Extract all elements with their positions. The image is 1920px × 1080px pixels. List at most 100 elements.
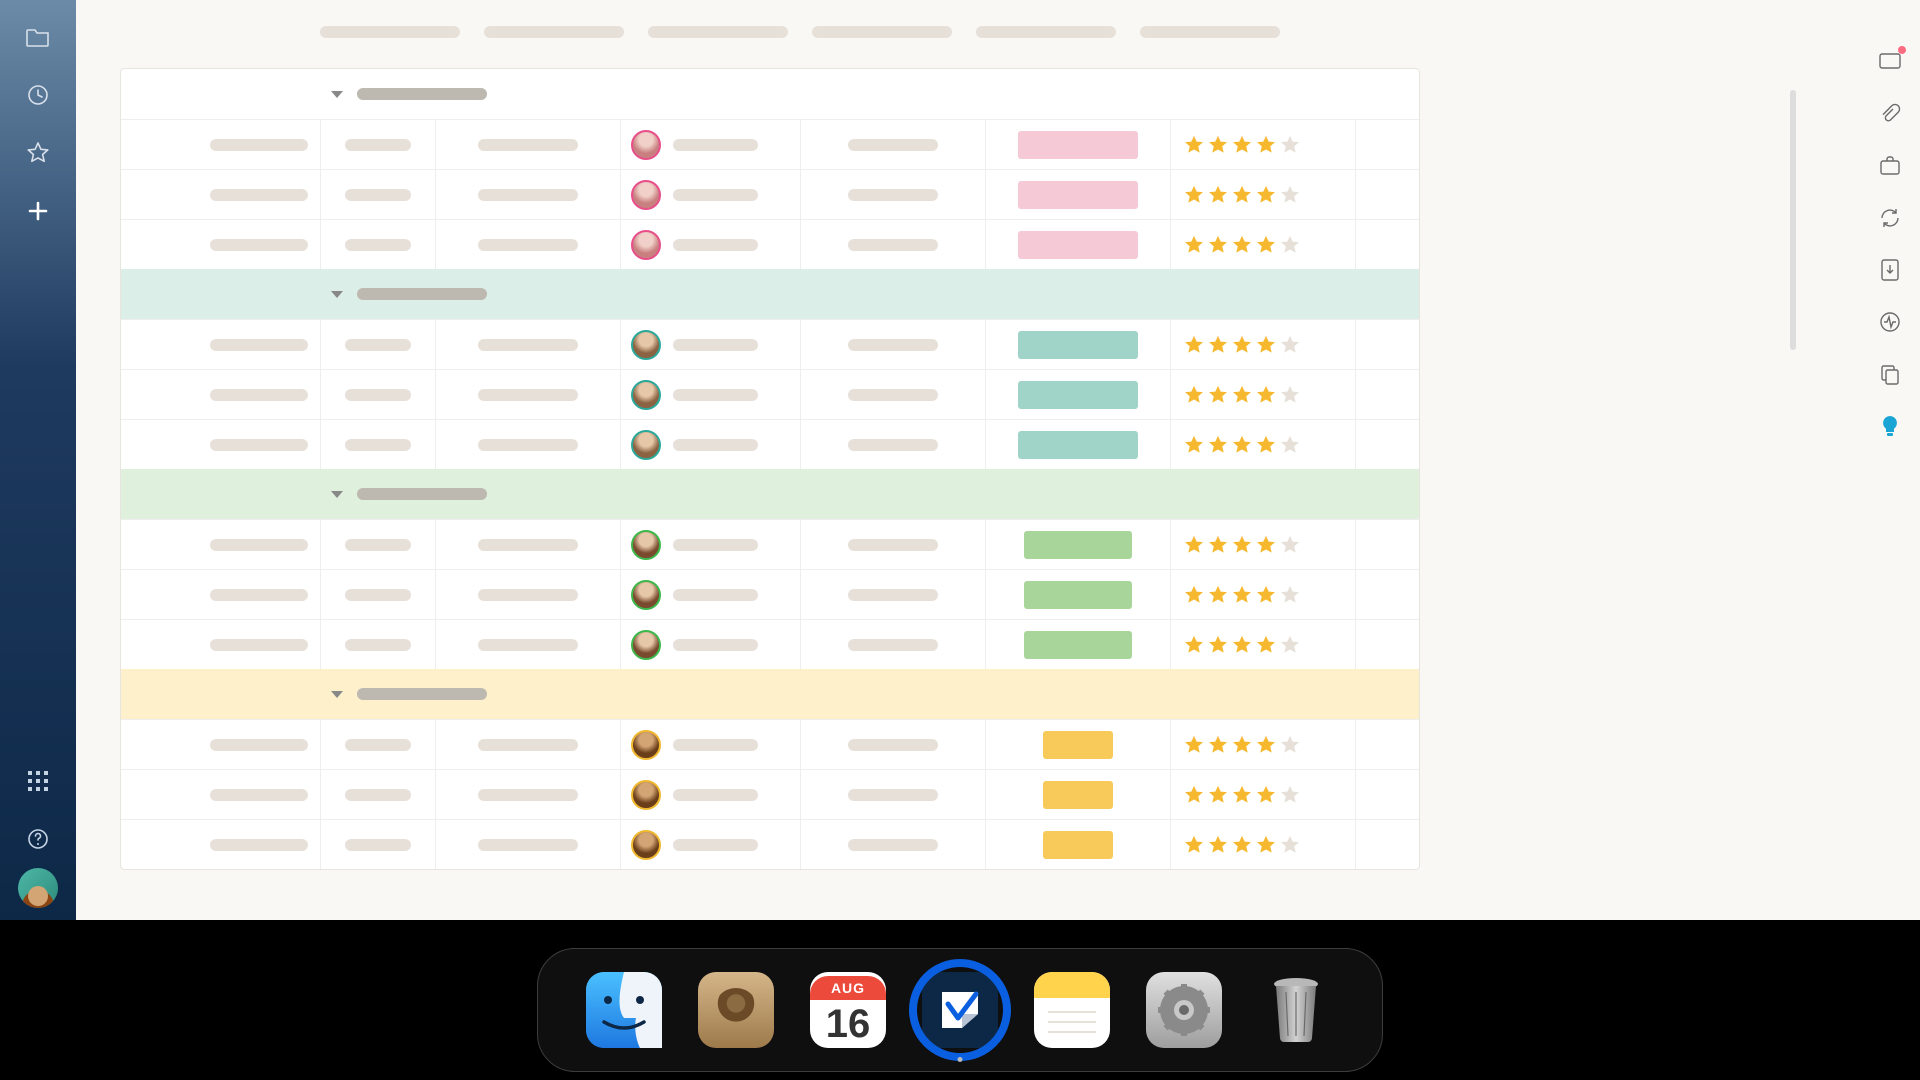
- column-header[interactable]: [320, 26, 460, 38]
- group-header[interactable]: [121, 69, 1419, 119]
- cell-rating[interactable]: [1171, 420, 1356, 469]
- cell[interactable]: [321, 170, 436, 219]
- scrollbar[interactable]: [1790, 90, 1796, 350]
- cell-assignee[interactable]: [621, 820, 801, 869]
- collapse-chevron-icon[interactable]: [331, 491, 343, 498]
- star-rating[interactable]: [1183, 584, 1301, 606]
- collapse-chevron-icon[interactable]: [331, 91, 343, 98]
- cell-task[interactable]: [121, 370, 321, 419]
- cell[interactable]: [1356, 520, 1419, 569]
- account-avatar[interactable]: [18, 868, 58, 908]
- cell[interactable]: [321, 820, 436, 869]
- group-header[interactable]: [121, 269, 1419, 319]
- recent-icon[interactable]: [25, 82, 51, 108]
- cell-status[interactable]: [986, 570, 1171, 619]
- cell[interactable]: [1356, 570, 1419, 619]
- cell[interactable]: [436, 620, 621, 669]
- cell[interactable]: [1356, 120, 1419, 169]
- cell-status[interactable]: [986, 370, 1171, 419]
- star-rating[interactable]: [1183, 334, 1301, 356]
- cell[interactable]: [321, 220, 436, 269]
- cell[interactable]: [436, 770, 621, 819]
- cell[interactable]: [436, 420, 621, 469]
- cell[interactable]: [321, 420, 436, 469]
- table-row[interactable]: [121, 619, 1419, 669]
- cell-task[interactable]: [121, 420, 321, 469]
- cell-status[interactable]: [986, 770, 1171, 819]
- activity-icon[interactable]: [1878, 310, 1902, 334]
- briefcase-icon[interactable]: [1878, 154, 1902, 178]
- cell-assignee[interactable]: [621, 570, 801, 619]
- cell[interactable]: [1356, 320, 1419, 369]
- cell-assignee[interactable]: [621, 370, 801, 419]
- cell[interactable]: [436, 820, 621, 869]
- copy-icon[interactable]: [1878, 362, 1902, 386]
- cell[interactable]: [801, 520, 986, 569]
- cell-assignee[interactable]: [621, 520, 801, 569]
- cell-assignee[interactable]: [621, 220, 801, 269]
- cell[interactable]: [801, 320, 986, 369]
- system-preferences-icon[interactable]: [1146, 972, 1222, 1048]
- cell-assignee[interactable]: [621, 620, 801, 669]
- cell-status[interactable]: [986, 120, 1171, 169]
- cell-task[interactable]: [121, 570, 321, 619]
- trash-icon[interactable]: [1258, 972, 1334, 1048]
- cell-task[interactable]: [121, 520, 321, 569]
- cell[interactable]: [801, 570, 986, 619]
- cell[interactable]: [321, 620, 436, 669]
- cell-status[interactable]: [986, 220, 1171, 269]
- cell-status[interactable]: [986, 820, 1171, 869]
- cell-assignee[interactable]: [621, 420, 801, 469]
- collapse-chevron-icon[interactable]: [331, 291, 343, 298]
- group-header[interactable]: [121, 469, 1419, 519]
- cell[interactable]: [801, 120, 986, 169]
- group-header[interactable]: [121, 669, 1419, 719]
- star-rating[interactable]: [1183, 234, 1301, 256]
- cell[interactable]: [801, 170, 986, 219]
- cell[interactable]: [801, 820, 986, 869]
- cell[interactable]: [436, 320, 621, 369]
- cell-task[interactable]: [121, 770, 321, 819]
- cell[interactable]: [436, 720, 621, 769]
- cell[interactable]: [436, 220, 621, 269]
- cell[interactable]: [801, 770, 986, 819]
- table-row[interactable]: [121, 369, 1419, 419]
- table-row[interactable]: [121, 119, 1419, 169]
- cell-status[interactable]: [986, 520, 1171, 569]
- cell[interactable]: [801, 220, 986, 269]
- cell-task[interactable]: [121, 120, 321, 169]
- notes-app-icon[interactable]: [1034, 972, 1110, 1048]
- cell[interactable]: [1356, 720, 1419, 769]
- cell[interactable]: [1356, 420, 1419, 469]
- table-row[interactable]: [121, 819, 1419, 869]
- star-rating[interactable]: [1183, 184, 1301, 206]
- cell[interactable]: [1356, 820, 1419, 869]
- cell-task[interactable]: [121, 170, 321, 219]
- cell-rating[interactable]: [1171, 620, 1356, 669]
- cell[interactable]: [436, 120, 621, 169]
- star-rating[interactable]: [1183, 634, 1301, 656]
- help-icon[interactable]: [25, 826, 51, 852]
- cell-task[interactable]: [121, 820, 321, 869]
- cell-assignee[interactable]: [621, 770, 801, 819]
- star-rating[interactable]: [1183, 834, 1301, 856]
- finder-app-icon[interactable]: [586, 972, 662, 1048]
- cell[interactable]: [1356, 770, 1419, 819]
- cell[interactable]: [801, 370, 986, 419]
- cell-assignee[interactable]: [621, 170, 801, 219]
- column-header[interactable]: [1140, 26, 1280, 38]
- cell[interactable]: [801, 620, 986, 669]
- star-rating[interactable]: [1183, 784, 1301, 806]
- star-rating[interactable]: [1183, 434, 1301, 456]
- star-rating[interactable]: [1183, 134, 1301, 156]
- add-icon[interactable]: [25, 198, 51, 224]
- cell[interactable]: [321, 770, 436, 819]
- export-icon[interactable]: [1878, 258, 1902, 282]
- table-row[interactable]: [121, 569, 1419, 619]
- column-header[interactable]: [648, 26, 788, 38]
- cell[interactable]: [321, 370, 436, 419]
- star-rating[interactable]: [1183, 534, 1301, 556]
- table-row[interactable]: [121, 169, 1419, 219]
- cell[interactable]: [1356, 620, 1419, 669]
- cell-status[interactable]: [986, 620, 1171, 669]
